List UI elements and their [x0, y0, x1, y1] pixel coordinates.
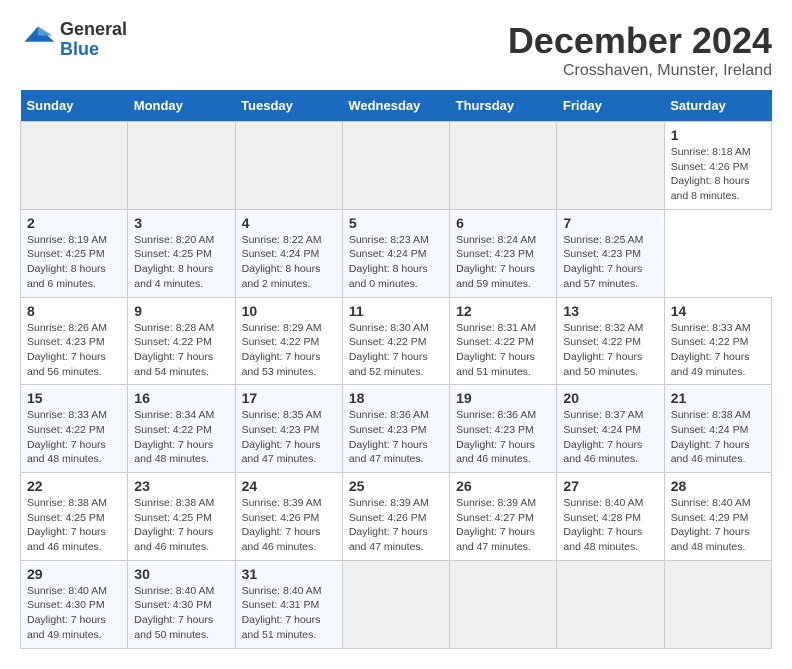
- logo-general-text: General: [60, 19, 127, 39]
- day-cell-12: 12Sunrise: 8:31 AMSunset: 4:22 PMDayligh…: [450, 297, 557, 385]
- day-cell-10: 10Sunrise: 8:29 AMSunset: 4:22 PMDayligh…: [235, 297, 342, 385]
- location: Crosshaven, Munster, Ireland: [508, 62, 772, 80]
- calendar-week-1: 1Sunrise: 8:18 AMSunset: 4:26 PMDaylight…: [21, 122, 772, 210]
- header-row: SundayMondayTuesdayWednesdayThursdayFrid…: [21, 90, 772, 122]
- day-cell-2: 2Sunrise: 8:19 AMSunset: 4:25 PMDaylight…: [21, 209, 128, 297]
- day-cell-11: 11Sunrise: 8:30 AMSunset: 4:22 PMDayligh…: [342, 297, 449, 385]
- empty-cell: [664, 560, 771, 648]
- day-cell-13: 13Sunrise: 8:32 AMSunset: 4:22 PMDayligh…: [557, 297, 664, 385]
- day-cell-22: 22Sunrise: 8:38 AMSunset: 4:25 PMDayligh…: [21, 473, 128, 561]
- day-header-thursday: Thursday: [450, 90, 557, 122]
- calendar-week-4: 15Sunrise: 8:33 AMSunset: 4:22 PMDayligh…: [21, 385, 772, 473]
- empty-cell: [128, 122, 235, 210]
- day-cell-19: 19Sunrise: 8:36 AMSunset: 4:23 PMDayligh…: [450, 385, 557, 473]
- day-header-tuesday: Tuesday: [235, 90, 342, 122]
- day-header-saturday: Saturday: [664, 90, 771, 122]
- day-cell-20: 20Sunrise: 8:37 AMSunset: 4:24 PMDayligh…: [557, 385, 664, 473]
- calendar-week-5: 22Sunrise: 8:38 AMSunset: 4:25 PMDayligh…: [21, 473, 772, 561]
- day-cell-25: 25Sunrise: 8:39 AMSunset: 4:26 PMDayligh…: [342, 473, 449, 561]
- day-cell-30: 30Sunrise: 8:40 AMSunset: 4:30 PMDayligh…: [128, 560, 235, 648]
- day-cell-23: 23Sunrise: 8:38 AMSunset: 4:25 PMDayligh…: [128, 473, 235, 561]
- logo: General Blue: [20, 20, 127, 60]
- day-cell-31: 31Sunrise: 8:40 AMSunset: 4:31 PMDayligh…: [235, 560, 342, 648]
- day-cell-16: 16Sunrise: 8:34 AMSunset: 4:22 PMDayligh…: [128, 385, 235, 473]
- day-cell-5: 5Sunrise: 8:23 AMSunset: 4:24 PMDaylight…: [342, 209, 449, 297]
- empty-cell: [342, 122, 449, 210]
- logo-icon: [20, 22, 56, 58]
- logo-blue-text: Blue: [60, 39, 99, 59]
- empty-cell: [450, 122, 557, 210]
- calendar-week-3: 8Sunrise: 8:26 AMSunset: 4:23 PMDaylight…: [21, 297, 772, 385]
- day-cell-27: 27Sunrise: 8:40 AMSunset: 4:28 PMDayligh…: [557, 473, 664, 561]
- calendar-week-6: 29Sunrise: 8:40 AMSunset: 4:30 PMDayligh…: [21, 560, 772, 648]
- empty-cell: [557, 560, 664, 648]
- month-title: December 2024: [508, 20, 772, 62]
- day-cell-8: 8Sunrise: 8:26 AMSunset: 4:23 PMDaylight…: [21, 297, 128, 385]
- day-cell-24: 24Sunrise: 8:39 AMSunset: 4:26 PMDayligh…: [235, 473, 342, 561]
- day-header-wednesday: Wednesday: [342, 90, 449, 122]
- day-cell-1: 1Sunrise: 8:18 AMSunset: 4:26 PMDaylight…: [664, 122, 771, 210]
- page-header: General Blue December 2024 Crosshaven, M…: [20, 20, 772, 80]
- empty-cell: [557, 122, 664, 210]
- day-cell-17: 17Sunrise: 8:35 AMSunset: 4:23 PMDayligh…: [235, 385, 342, 473]
- day-cell-21: 21Sunrise: 8:38 AMSunset: 4:24 PMDayligh…: [664, 385, 771, 473]
- day-cell-6: 6Sunrise: 8:24 AMSunset: 4:23 PMDaylight…: [450, 209, 557, 297]
- empty-cell: [450, 560, 557, 648]
- day-cell-15: 15Sunrise: 8:33 AMSunset: 4:22 PMDayligh…: [21, 385, 128, 473]
- day-cell-3: 3Sunrise: 8:20 AMSunset: 4:25 PMDaylight…: [128, 209, 235, 297]
- empty-cell: [342, 560, 449, 648]
- day-cell-26: 26Sunrise: 8:39 AMSunset: 4:27 PMDayligh…: [450, 473, 557, 561]
- day-cell-9: 9Sunrise: 8:28 AMSunset: 4:22 PMDaylight…: [128, 297, 235, 385]
- title-block: December 2024 Crosshaven, Munster, Irela…: [508, 20, 772, 80]
- empty-cell: [21, 122, 128, 210]
- day-header-sunday: Sunday: [21, 90, 128, 122]
- day-header-friday: Friday: [557, 90, 664, 122]
- calendar-week-2: 2Sunrise: 8:19 AMSunset: 4:25 PMDaylight…: [21, 209, 772, 297]
- calendar-table: SundayMondayTuesdayWednesdayThursdayFrid…: [20, 90, 772, 649]
- day-cell-18: 18Sunrise: 8:36 AMSunset: 4:23 PMDayligh…: [342, 385, 449, 473]
- day-cell-28: 28Sunrise: 8:40 AMSunset: 4:29 PMDayligh…: [664, 473, 771, 561]
- empty-cell: [235, 122, 342, 210]
- day-cell-7: 7Sunrise: 8:25 AMSunset: 4:23 PMDaylight…: [557, 209, 664, 297]
- day-cell-14: 14Sunrise: 8:33 AMSunset: 4:22 PMDayligh…: [664, 297, 771, 385]
- day-cell-4: 4Sunrise: 8:22 AMSunset: 4:24 PMDaylight…: [235, 209, 342, 297]
- day-cell-29: 29Sunrise: 8:40 AMSunset: 4:30 PMDayligh…: [21, 560, 128, 648]
- day-header-monday: Monday: [128, 90, 235, 122]
